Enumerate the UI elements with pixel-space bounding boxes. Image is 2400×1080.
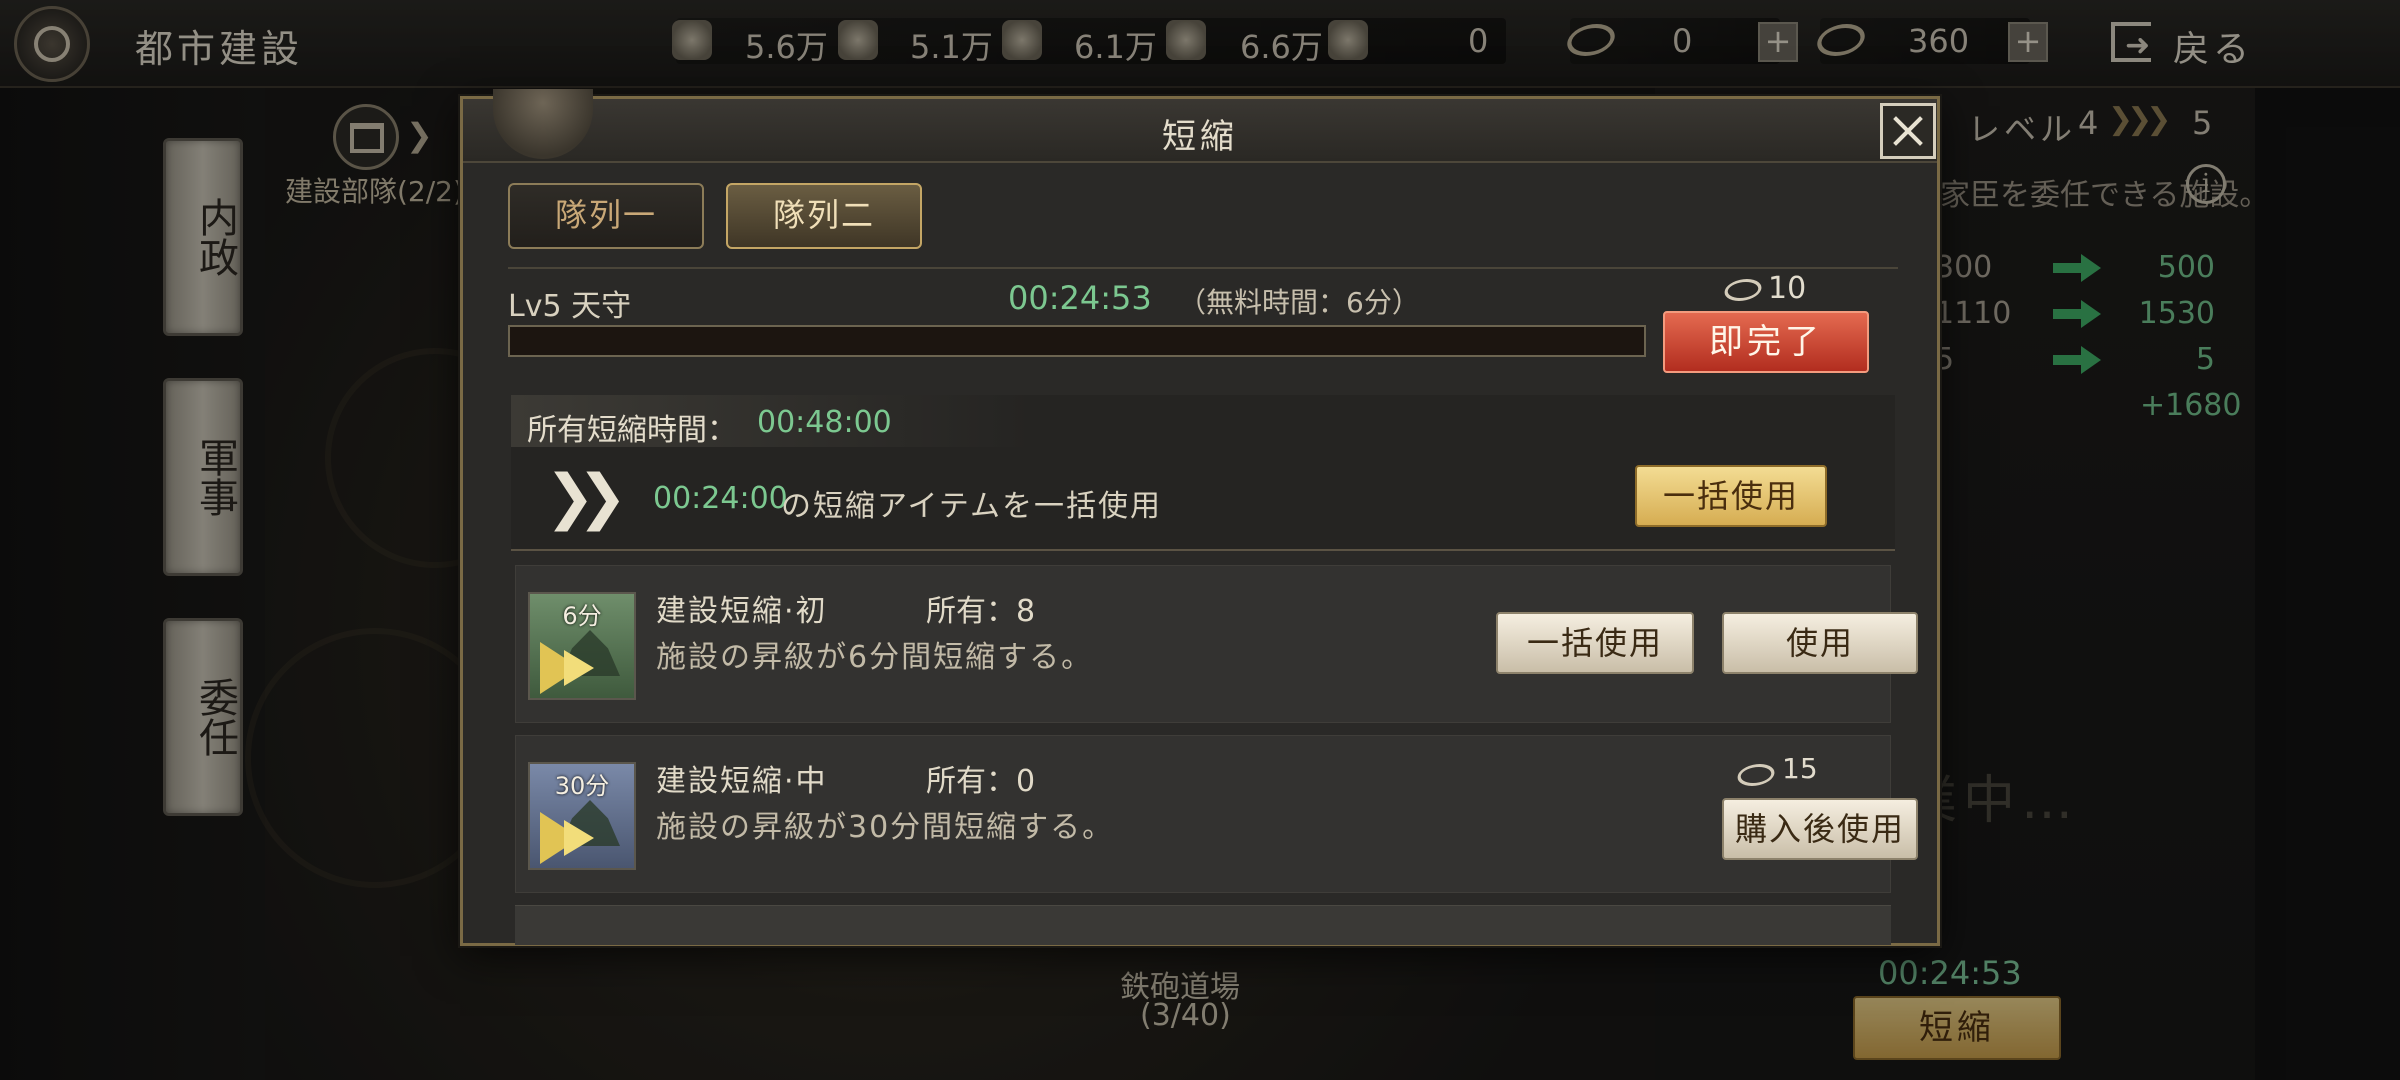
play-arrow-icon bbox=[564, 650, 594, 686]
list-item bbox=[515, 905, 1891, 945]
dialog-title: 短縮 bbox=[1162, 117, 1238, 157]
bulk-use-all-button[interactable]: 一括使用 bbox=[1635, 465, 1827, 527]
item-name: 建設短縮·中 bbox=[656, 764, 828, 799]
item-description: 施設の昇級が30分間短縮する。 bbox=[656, 810, 1115, 845]
close-button[interactable] bbox=[1880, 103, 1936, 159]
divider bbox=[511, 549, 1895, 551]
item-duration: 30分 bbox=[554, 772, 610, 800]
item-use-label: 使用 bbox=[1785, 624, 1854, 662]
tab-queue-2[interactable]: 隊列二 bbox=[726, 183, 922, 249]
list-item: 30分 建設短縮·中 所有：0 施設の昇級が30分間短縮する。 15 購入後使用 bbox=[515, 735, 1918, 893]
owned-shorten-section: 所有短縮時間： 00:48:00 ❯❯ 00:24:00 の短縮アイテムを一括使… bbox=[511, 395, 1895, 549]
tab-queue-1[interactable]: 隊列一 bbox=[508, 183, 704, 249]
item-name: 建設短縮·初 bbox=[656, 594, 828, 629]
bulk-time-value: 00:24:00 bbox=[653, 481, 788, 516]
list-item: 6分 建設短縮·初 所有：8 施設の昇級が6分間短縮する。 一括使用 使用 bbox=[515, 565, 1918, 723]
shorten-dialog: 短縮 隊列一 隊列二 Lv5 天守 00:24:53 （無料時間：6分） 10 … bbox=[460, 89, 1940, 946]
double-chevron-icon: ❯❯ bbox=[545, 462, 627, 532]
item-thumbnail: 30分 bbox=[528, 762, 636, 870]
dialog-header: 短縮 bbox=[463, 89, 1937, 163]
buy-and-use-button[interactable]: 購入後使用 bbox=[1722, 798, 1918, 860]
building-level-label: Lv5 天守 bbox=[508, 289, 632, 324]
item-duration: 6分 bbox=[562, 602, 602, 630]
owned-time-label: 所有短縮時間： bbox=[527, 413, 737, 448]
play-arrow-icon bbox=[564, 820, 594, 856]
construction-progress-bar bbox=[508, 325, 1646, 357]
item-bulk-use-button[interactable]: 一括使用 bbox=[1496, 612, 1694, 674]
bulk-use-text: の短縮アイテムを一括使用 bbox=[781, 489, 1162, 524]
item-thumbnail: 6分 bbox=[528, 592, 636, 700]
silver-coin-icon bbox=[1733, 764, 1779, 786]
instant-cost: 10 bbox=[1768, 271, 1807, 306]
instant-complete-label: 即完了 bbox=[1709, 322, 1823, 362]
buy-and-use-label: 購入後使用 bbox=[1734, 810, 1905, 848]
item-bulk-use-label: 一括使用 bbox=[1526, 624, 1663, 662]
divider bbox=[508, 267, 1898, 269]
owned-time-value: 00:48:00 bbox=[757, 405, 892, 440]
item-owned-count: 所有：0 bbox=[926, 764, 1036, 799]
silver-coin-icon bbox=[1720, 279, 1766, 301]
free-time-note: （無料時間：6分） bbox=[1178, 286, 1420, 319]
instant-complete-button[interactable]: 即完了 bbox=[1663, 311, 1869, 373]
item-owned-count: 所有：8 bbox=[926, 594, 1036, 629]
bulk-use-label: 一括使用 bbox=[1662, 477, 1799, 515]
remaining-timer: 00:24:53 bbox=[1008, 279, 1152, 317]
item-description: 施設の昇級が6分間短縮する。 bbox=[656, 640, 1094, 675]
item-use-button[interactable]: 使用 bbox=[1722, 612, 1918, 674]
item-price: 15 bbox=[1782, 752, 1818, 785]
